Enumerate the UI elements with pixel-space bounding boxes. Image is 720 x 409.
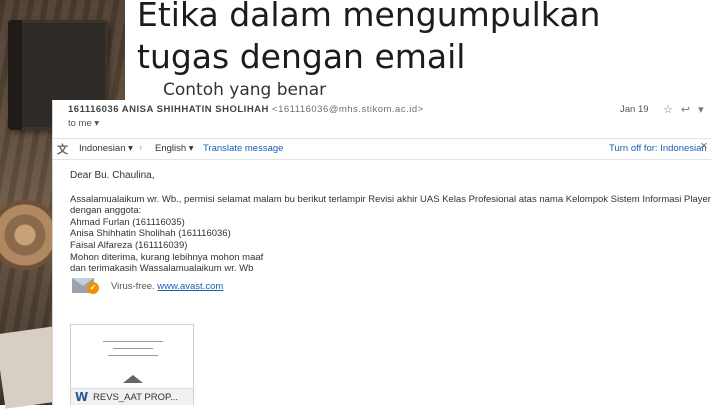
email-header: 161116036 ANISA SHIHHATIN SHOLIHAH <1611… [53,100,711,130]
attachment-name: REVS_AAT PROP... [93,392,179,403]
chevron-down-icon: ▾ [94,118,100,129]
translate-icon: 文 [57,144,68,156]
checkmark-icon: ✓ [87,282,99,294]
email-date: Jan 19 [620,104,649,115]
body-line: Faisal Alfareza (161116039) [70,239,188,251]
body-line: Anisa Shihhatin Sholihah (161116036) [70,228,231,240]
avast-logo: ✓ [72,275,102,297]
slide-subtitle: Contoh yang benar [163,80,327,100]
email-body: Dear Bu. Chaulina, Assalamualaikum wr. W… [70,170,711,275]
document-logo-icon [123,375,143,383]
body-line: Mohon diterima, kurang lebihnya mohon ma… [70,251,264,263]
star-icon[interactable]: ☆ [663,103,673,116]
header-actions: ☆ ↩ ▾ [663,103,704,116]
recipient-label: to me [68,118,92,129]
more-icon[interactable]: ▾ [698,103,704,116]
translate-message-link[interactable]: Translate message [203,143,283,154]
source-language-select[interactable]: Indonesian ▾ [79,143,133,154]
email-screenshot: 161116036 ANISA SHIHHATIN SHOLIHAH <1611… [52,100,711,405]
sender-address: <161116036@mhs.stikom.ac.id> [272,104,424,115]
sender-name: 161116036 ANISA SHIHHATIN SHOLIHAH [68,104,269,115]
close-icon[interactable]: ✕ [700,141,708,152]
slide-title-line2: tugas dengan email [137,37,466,76]
target-language-select[interactable]: English ▾ [155,143,194,154]
attachment-card[interactable]: W REVS_AAT PROP... [70,324,194,405]
slide-title-line1: Etika dalam mengumpulkan [137,0,601,34]
recipient-dropdown[interactable]: to me ▾ [68,118,99,129]
attachment-bar: W REVS_AAT PROP... [71,388,193,405]
reply-icon[interactable]: ↩ [681,103,690,116]
translate-bar: 文 Indonesian ▾ › English ▾ Translate mes… [53,138,711,160]
virus-free-signature: Virus-free. www.avast.com [111,281,223,292]
greeting: Dear Bu. Chaulina, [70,170,155,181]
arrow-right-icon: › [139,142,143,153]
avast-link[interactable]: www.avast.com [157,281,223,292]
turn-off-translate-link[interactable]: Turn off for: Indonesian [609,143,707,154]
sender[interactable]: 161116036 ANISA SHIHHATIN SHOLIHAH <1611… [68,104,424,115]
word-doc-icon: W [75,390,89,404]
body-line: dan terimakasih Wassalamualaikum wr. Wb [70,263,254,275]
body-line: dengan anggota: [70,205,142,217]
virus-free-text: Virus-free. [111,281,155,292]
slide-title: Etika dalam mengumpulkan tugas dengan em… [137,0,600,78]
document-preview [85,341,180,362]
body-line: Ahmad Furlan (161116035) [70,216,185,228]
body-line: Assalamualaikum wr. Wb., permisi selamat… [70,193,711,205]
